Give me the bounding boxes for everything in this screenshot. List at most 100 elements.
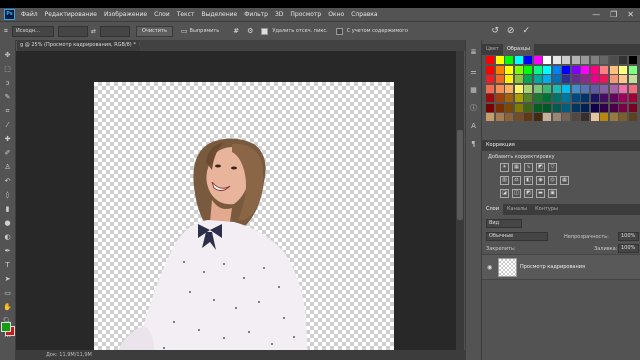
color-swatch[interactable] [619, 84, 627, 93]
color-swatch[interactable] [505, 113, 513, 121]
color-swatch[interactable] [543, 56, 551, 64]
stamp-tool-icon[interactable]: ♙ [2, 162, 13, 173]
color-swatch[interactable] [590, 65, 599, 74]
color-swatch[interactable] [571, 75, 580, 83]
color-swatch[interactable] [524, 94, 532, 102]
color-swatch[interactable] [590, 75, 599, 83]
hand-tool-icon[interactable]: ✋ [2, 302, 13, 313]
foreground-color-swatch[interactable] [1, 322, 11, 332]
gradient-tool-icon[interactable]: ▮ [2, 204, 13, 215]
channel-mixer-icon[interactable]: ◎ [548, 176, 557, 185]
layer-filter-select[interactable]: Вид [486, 219, 522, 228]
color-swatch[interactable] [514, 56, 523, 64]
color-swatch[interactable] [495, 103, 504, 112]
color-swatch[interactable] [505, 94, 513, 102]
hue-saturation-icon[interactable]: ▥ [500, 176, 509, 185]
posterize-icon[interactable]: ◫ [512, 189, 521, 198]
color-swatch[interactable] [562, 103, 570, 112]
eraser-tool-icon[interactable]: ◊ [2, 190, 13, 201]
visibility-eye-icon[interactable]: ◉ [487, 264, 492, 271]
color-swatch[interactable] [486, 84, 494, 93]
blend-mode-select[interactable]: Обычные [486, 232, 548, 241]
color-swatch[interactable] [562, 84, 570, 93]
color-swatch[interactable] [600, 56, 608, 64]
dodge-tool-icon[interactable]: ◐ [2, 232, 13, 243]
color-swatch[interactable] [514, 113, 523, 121]
color-swatch[interactable] [600, 75, 608, 83]
color-swatch[interactable] [562, 75, 570, 83]
color-swatch[interactable] [571, 103, 580, 112]
color-swatch[interactable] [609, 94, 618, 102]
color-swatch[interactable] [486, 113, 494, 121]
color-swatch[interactable] [524, 103, 532, 112]
color-swatch[interactable] [562, 56, 570, 64]
color-swatch[interactable] [505, 75, 513, 83]
curves-icon[interactable]: ∿ [524, 163, 533, 172]
document-canvas[interactable] [94, 82, 394, 360]
color-swatch[interactable] [505, 65, 513, 74]
color-swatch[interactable] [609, 56, 618, 64]
marquee-tool-icon[interactable]: ⬚ [2, 64, 13, 75]
color-swatch[interactable] [524, 113, 532, 121]
color-swatch[interactable] [495, 75, 504, 83]
color-swatch[interactable] [543, 84, 551, 93]
menu-file[interactable]: Файл [21, 11, 38, 18]
color-swatch[interactable] [628, 103, 637, 112]
color-swatch[interactable] [590, 56, 599, 64]
color-swatch[interactable] [628, 84, 637, 93]
color-swatch[interactable] [609, 75, 618, 83]
color-lookup-icon[interactable]: ▦ [560, 176, 569, 185]
paragraph-panel-icon[interactable]: ¶ [469, 140, 478, 149]
color-swatch[interactable] [486, 75, 494, 83]
color-swatch[interactable] [581, 84, 589, 93]
character-panel-icon[interactable]: A [469, 122, 478, 131]
color-swatch[interactable] [495, 84, 504, 93]
history-panel-icon[interactable]: ≣ [469, 48, 478, 57]
menu-help[interactable]: Справка [351, 11, 377, 18]
color-swatch[interactable] [552, 65, 561, 74]
invert-icon[interactable]: ◪ [500, 189, 509, 198]
color-swatch[interactable] [552, 84, 561, 93]
gradient-map-icon[interactable]: ▬ [536, 189, 545, 198]
color-swatch[interactable] [552, 56, 561, 64]
color-swatch[interactable] [533, 103, 542, 112]
color-swatch[interactable] [628, 56, 637, 64]
color-swatch[interactable] [619, 103, 627, 112]
cancel-icon[interactable]: ⊘ [507, 26, 515, 36]
color-swatch[interactable] [581, 65, 589, 74]
color-swatch[interactable] [543, 94, 551, 102]
color-swatch[interactable] [600, 103, 608, 112]
color-swatch[interactable] [609, 113, 618, 121]
menu-image[interactable]: Изображение [104, 11, 147, 18]
path-select-tool-icon[interactable]: ➤ [2, 274, 13, 285]
color-swatch[interactable] [571, 65, 580, 74]
color-swatch[interactable] [609, 103, 618, 112]
color-swatch[interactable] [571, 56, 580, 64]
type-tool-icon[interactable]: T [2, 260, 13, 271]
color-swatch[interactable] [581, 113, 589, 121]
color-swatch[interactable] [533, 113, 542, 121]
black-white-icon[interactable]: ◧ [524, 176, 533, 185]
vibrance-icon[interactable]: ▽ [548, 163, 557, 172]
scrollbar-thumb[interactable] [457, 130, 463, 220]
color-swatch[interactable] [600, 65, 608, 74]
color-swatch[interactable] [514, 84, 523, 93]
menu-3d[interactable]: 3D [275, 11, 283, 18]
pen-tool-icon[interactable]: ✒ [2, 246, 13, 257]
delete-cropped-checkbox[interactable] [261, 27, 269, 35]
reset-icon[interactable]: ↺ [491, 26, 499, 36]
color-swatch[interactable] [533, 65, 542, 74]
color-swatch[interactable] [495, 113, 504, 121]
photo-filter-icon[interactable]: ◉ [536, 176, 545, 185]
opacity-field[interactable]: 100% [618, 232, 639, 241]
close-button[interactable]: ✕ [627, 10, 634, 19]
color-swatch[interactable] [571, 94, 580, 102]
tab-paths[interactable]: Контуры [531, 204, 562, 215]
height-field[interactable] [99, 25, 130, 37]
color-swatch[interactable] [533, 94, 542, 102]
minimize-button[interactable]: — [592, 10, 600, 19]
color-swatch[interactable] [619, 94, 627, 102]
menu-window[interactable]: Окно [328, 11, 344, 18]
color-swatch[interactable] [543, 75, 551, 83]
lasso-tool-icon[interactable]: ↄ [2, 78, 13, 89]
